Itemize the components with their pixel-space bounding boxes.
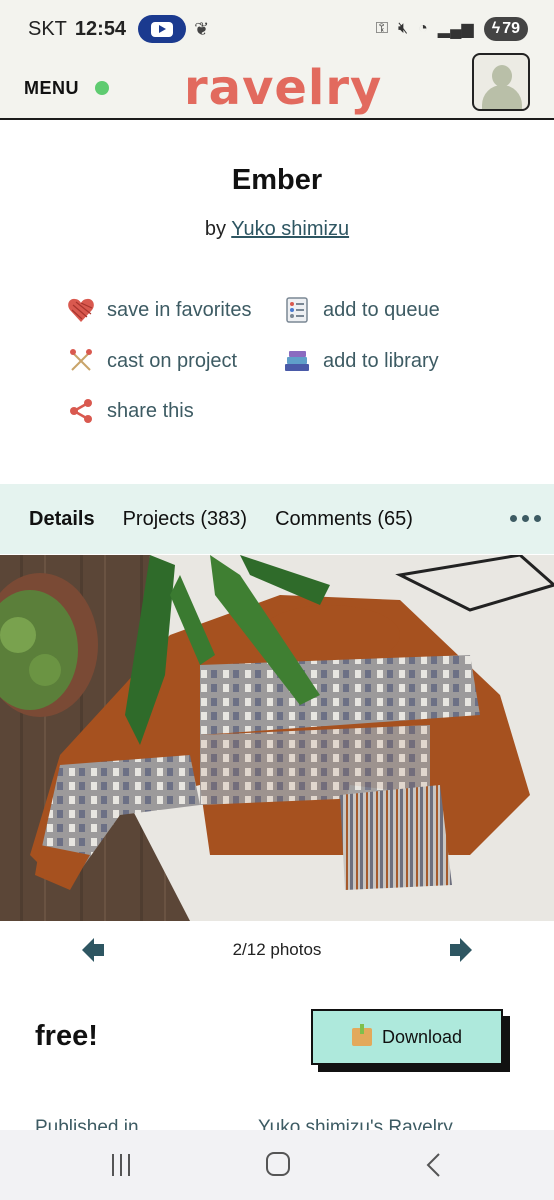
save-favorites-button[interactable]: save in favorites <box>67 296 252 324</box>
download-label: Download <box>381 1026 463 1047</box>
next-photo-icon[interactable] <box>450 938 472 967</box>
byline: by Yuko shimizu <box>0 218 554 241</box>
ravelry-logo[interactable]: ravelry <box>184 60 382 116</box>
previous-photo-icon[interactable] <box>82 938 104 967</box>
tab-details[interactable]: Details <box>29 508 95 531</box>
photo-navigation: 2/12 photos <box>0 924 554 976</box>
pattern-title: Ember <box>231 164 323 196</box>
battery-level: 79 <box>502 20 520 37</box>
tab-projects[interactable]: Projects (383) <box>123 508 248 531</box>
status-bar: SKT 12:54 ❦ ⚿ 🔇︎ ◔ ▂▄▆ ϟ 79 <box>0 0 554 58</box>
site-header: MENU ravelry <box>0 53 554 120</box>
tab-comments[interactable]: Comments (65) <box>275 508 413 531</box>
by-prefix: by <box>204 218 227 240</box>
avatar-icon <box>492 65 512 87</box>
books-icon <box>283 347 311 375</box>
pattern-photo[interactable] <box>0 555 554 921</box>
share-icon <box>67 397 95 425</box>
add-to-queue-button[interactable]: add to queue <box>283 296 440 324</box>
price-label: free! <box>35 1020 98 1052</box>
designer-link[interactable]: Yuko shimizu <box>231 218 349 240</box>
menu-button[interactable]: MENU <box>24 78 79 99</box>
photo-counter: 2/12 photos <box>232 940 322 959</box>
action-label: cast on project <box>107 349 238 372</box>
system-navigation-bar <box>0 1130 554 1200</box>
more-options-icon[interactable] <box>510 515 541 522</box>
signal-icon: ▂▄▆ <box>437 21 474 38</box>
mute-icon: 🔇︎ <box>398 20 409 37</box>
download-button[interactable]: Download <box>311 1009 503 1065</box>
leaf-icon: ❦ <box>194 18 210 39</box>
action-label: save in favorites <box>107 298 252 321</box>
user-avatar-button[interactable] <box>472 53 530 111</box>
yarn-heart-icon <box>67 296 95 324</box>
share-button[interactable]: share this <box>67 397 194 425</box>
action-label: share this <box>107 399 194 422</box>
cast-on-project-button[interactable]: cast on project <box>67 347 237 375</box>
carrier-label: SKT <box>28 17 67 40</box>
action-label: add to library <box>323 349 439 372</box>
action-label: add to queue <box>323 298 440 321</box>
wifi-icon: ◔ <box>418 20 428 37</box>
knitting-needles-icon <box>67 347 95 375</box>
youtube-icon <box>138 15 187 43</box>
online-status-dot <box>95 81 109 95</box>
charging-icon: ϟ <box>491 20 501 37</box>
add-to-library-button[interactable]: add to library <box>283 347 439 375</box>
key-icon: ⚿ <box>375 20 389 37</box>
battery-indicator: ϟ 79 <box>483 17 528 41</box>
queue-list-icon <box>283 296 311 324</box>
clock: 12:54 <box>74 17 127 40</box>
pattern-tabs: Details Projects (383) Comments (65) <box>0 484 554 554</box>
back-icon[interactable] <box>424 1152 442 1183</box>
recent-apps-icon[interactable] <box>112 1154 130 1176</box>
download-box-icon <box>351 1024 372 1046</box>
home-icon[interactable] <box>266 1152 290 1176</box>
